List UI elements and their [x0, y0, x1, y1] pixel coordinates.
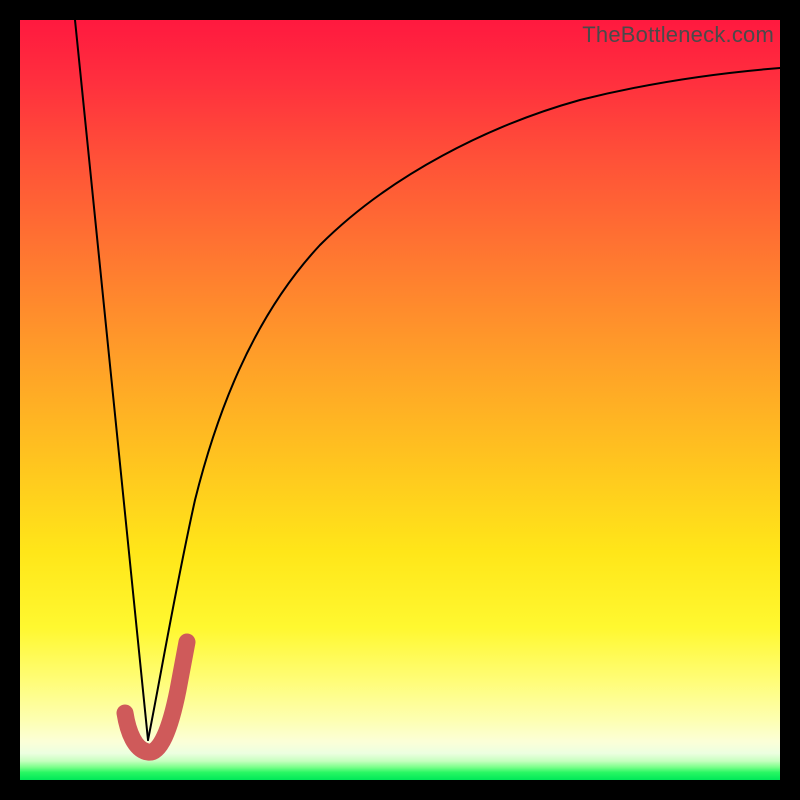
plot-area: TheBottleneck.com	[20, 20, 780, 780]
curve-layer	[20, 20, 780, 780]
curve-right-ascent	[148, 68, 780, 740]
chart-frame: TheBottleneck.com	[0, 0, 800, 800]
curve-left-descent	[75, 20, 148, 740]
